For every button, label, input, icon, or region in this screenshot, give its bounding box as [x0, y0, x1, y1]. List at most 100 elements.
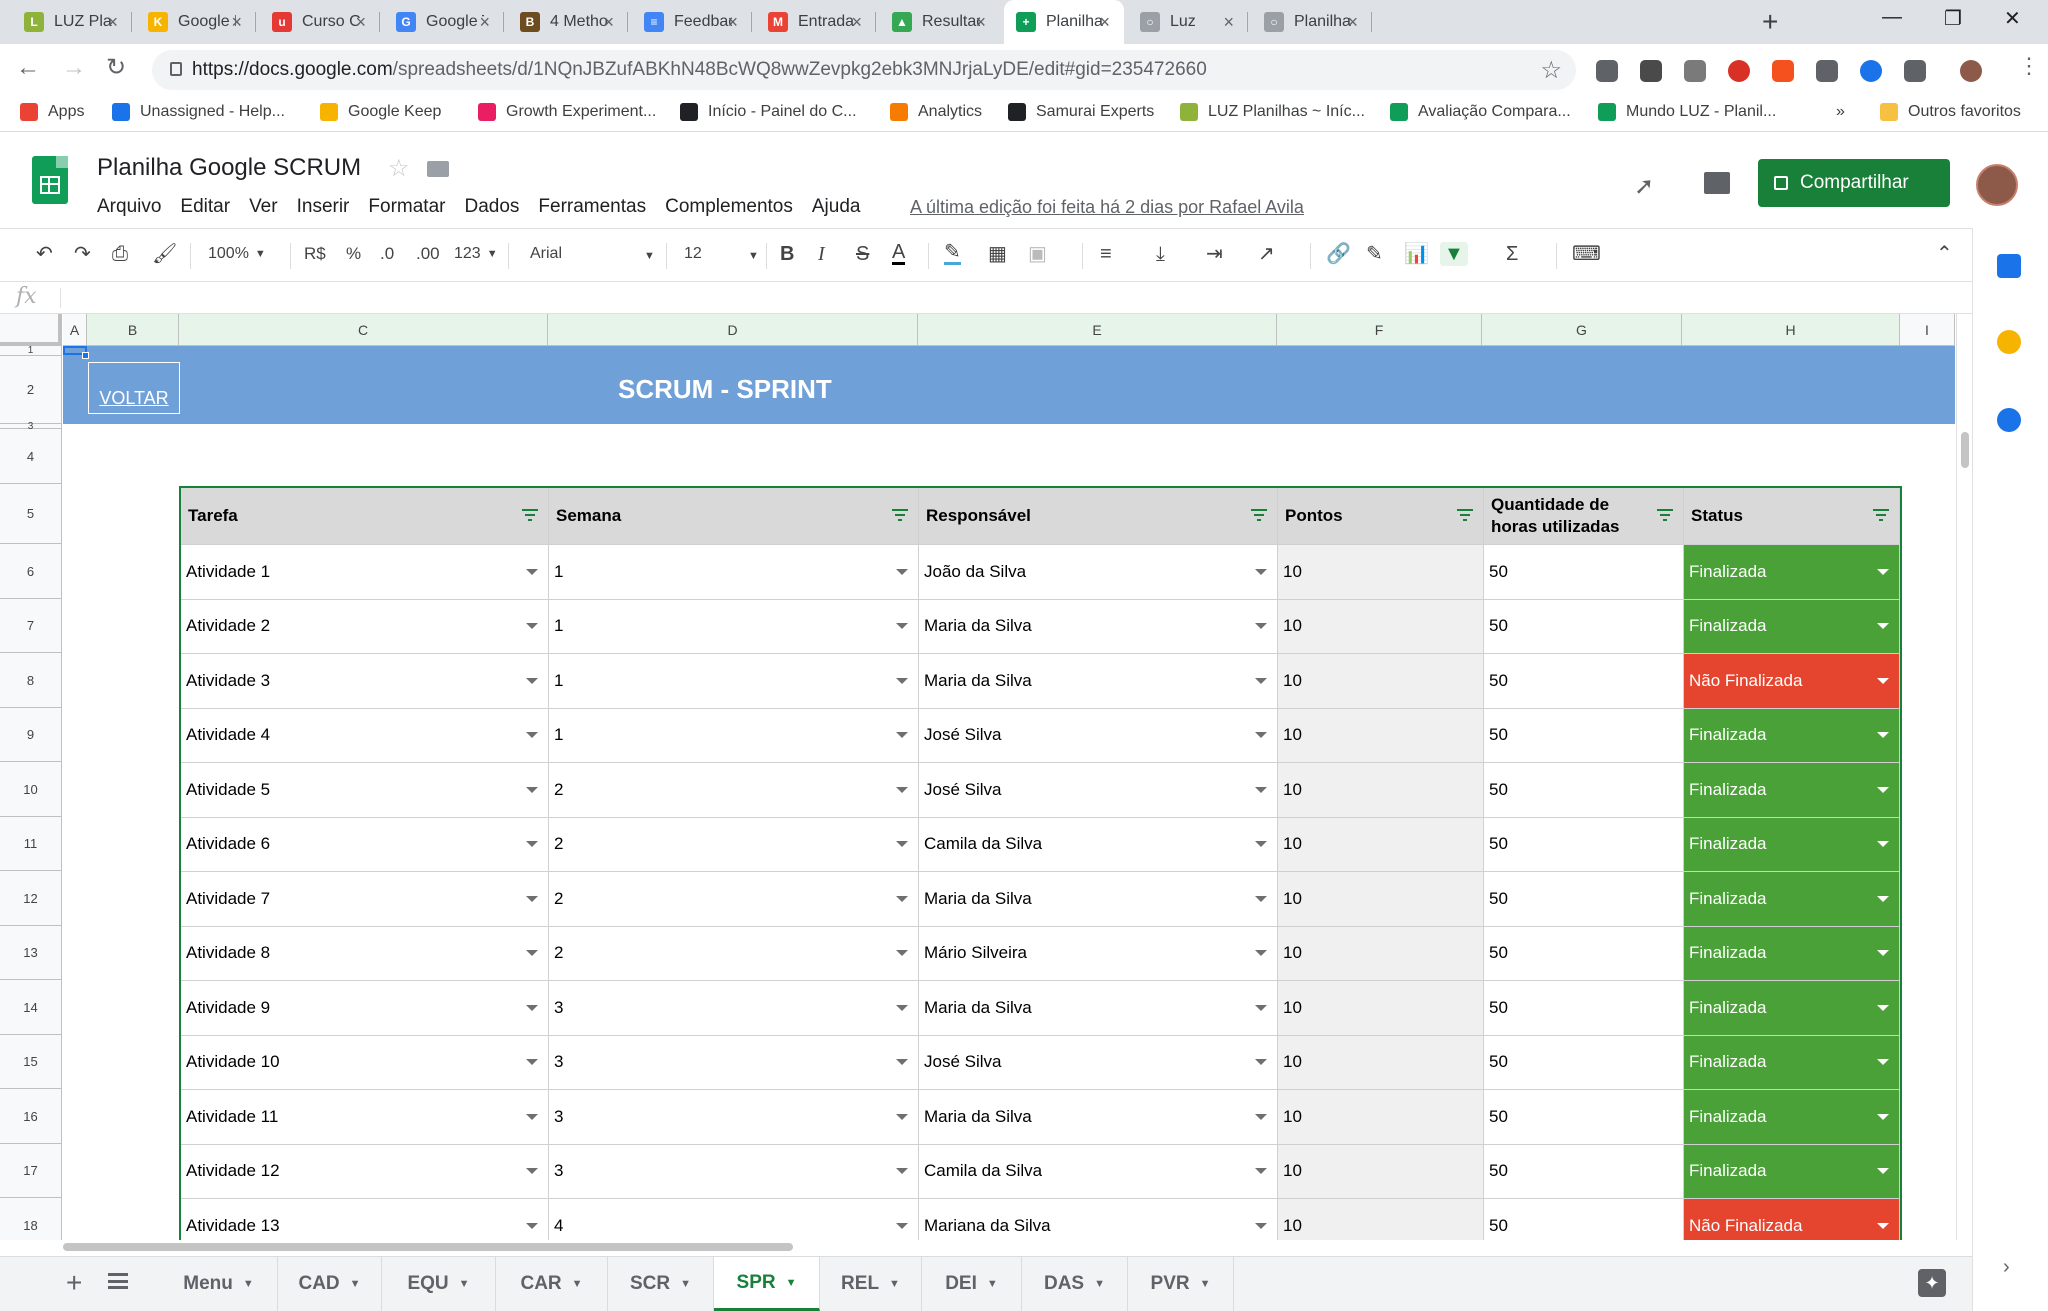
- cell-status[interactable]: Finalizada: [1684, 763, 1900, 817]
- dropdown-arrow-icon[interactable]: [526, 1059, 538, 1066]
- cell-tarefa[interactable]: Atividade 4: [181, 708, 549, 762]
- cell-semana[interactable]: 3: [549, 1090, 919, 1144]
- dropdown-arrow-icon[interactable]: [896, 677, 908, 684]
- column-header-e[interactable]: E: [918, 314, 1277, 346]
- forward-icon[interactable]: →: [62, 56, 86, 80]
- menu-ajuda[interactable]: Ajuda: [812, 196, 861, 218]
- row-header-16[interactable]: 16: [0, 1089, 62, 1144]
- cell-status[interactable]: Finalizada: [1684, 872, 1900, 926]
- borders-icon[interactable]: ▦: [988, 242, 1007, 266]
- collapse-toolbar-icon[interactable]: ⌃: [1936, 242, 1953, 266]
- cell-semana[interactable]: 1: [549, 708, 919, 762]
- cell-tarefa[interactable]: Atividade 1: [181, 545, 549, 599]
- browser-tab[interactable]: ≡ Feedback×: [632, 0, 752, 44]
- cell-status[interactable]: Finalizada: [1684, 1090, 1900, 1144]
- cell-responsavel[interactable]: Camila da Silva: [919, 1144, 1278, 1198]
- cell-pontos[interactable]: 10: [1278, 872, 1484, 926]
- bookmark-item[interactable]: Growth Experiment...: [478, 103, 656, 121]
- close-tab-icon[interactable]: ×: [727, 12, 738, 32]
- chevron-down-icon[interactable]: ▼: [680, 1278, 691, 1290]
- insert-link-icon[interactable]: 🔗: [1326, 242, 1351, 266]
- text-color-button[interactable]: A: [892, 242, 906, 265]
- browser-tab[interactable]: u Curso Completo×: [260, 0, 380, 44]
- twitch-extension-icon[interactable]: [1640, 60, 1662, 82]
- explore-icon[interactable]: ✦: [1918, 1269, 1946, 1297]
- cell-horas[interactable]: 50: [1484, 1199, 1684, 1240]
- chevron-down-icon[interactable]: ▼: [243, 1278, 254, 1290]
- bookmark-item[interactable]: Unassigned - Help...: [112, 103, 285, 121]
- cell-tarefa[interactable]: Atividade 11: [181, 1090, 549, 1144]
- dropdown-arrow-icon[interactable]: [526, 895, 538, 902]
- sheet-tab-cad[interactable]: CAD ▼: [278, 1257, 382, 1311]
- dropdown-arrow-icon[interactable]: [526, 786, 538, 793]
- more-formats-select[interactable]: 123 ▼: [454, 242, 498, 266]
- dropdown-arrow-icon[interactable]: [1877, 568, 1889, 575]
- row-header-14[interactable]: 14: [0, 980, 62, 1035]
- menu-dados[interactable]: Dados: [464, 196, 519, 218]
- dropdown-arrow-icon[interactable]: [1877, 1113, 1889, 1120]
- chevron-down-icon[interactable]: ▼: [459, 1278, 470, 1290]
- dropdown-arrow-icon[interactable]: [1877, 1222, 1889, 1229]
- close-tab-icon[interactable]: ×: [851, 12, 862, 32]
- fox-extension-icon[interactable]: [1772, 60, 1794, 82]
- text-rotation-icon[interactable]: ↗: [1258, 242, 1275, 266]
- tasks-icon[interactable]: [1997, 408, 2021, 432]
- bookmark-star-icon[interactable]: ☆: [1540, 56, 1562, 85]
- bookmark-item[interactable]: Analytics: [890, 103, 982, 121]
- dropdown-arrow-icon[interactable]: [1255, 841, 1267, 848]
- calendar-icon[interactable]: [1997, 254, 2021, 278]
- chevron-down-icon[interactable]: ▼: [572, 1278, 583, 1290]
- horizontal-align-icon[interactable]: ≡: [1100, 242, 1112, 266]
- italic-button[interactable]: I: [818, 242, 825, 266]
- dropdown-arrow-icon[interactable]: [896, 1168, 908, 1175]
- dropdown-arrow-icon[interactable]: [896, 623, 908, 630]
- cell-semana[interactable]: 4: [549, 1199, 919, 1240]
- dropdown-arrow-icon[interactable]: [1877, 1059, 1889, 1066]
- dropdown-arrow-icon[interactable]: [1877, 623, 1889, 630]
- filter-icon[interactable]: [522, 509, 538, 523]
- cell-semana[interactable]: 2: [549, 763, 919, 817]
- shield-extension-icon[interactable]: [1904, 60, 1926, 82]
- cell-responsavel[interactable]: José Silva: [919, 763, 1278, 817]
- back-icon[interactable]: ←: [16, 56, 40, 80]
- close-tab-icon[interactable]: ×: [1099, 12, 1110, 32]
- filter-icon[interactable]: [1251, 509, 1267, 523]
- cell-pontos[interactable]: 10: [1278, 1199, 1484, 1240]
- header-semana[interactable]: Semana: [549, 488, 919, 544]
- cell-horas[interactable]: 50: [1484, 1035, 1684, 1089]
- cell-horas[interactable]: 50: [1484, 599, 1684, 653]
- close-tab-icon[interactable]: ×: [1347, 12, 1358, 32]
- dropdown-arrow-icon[interactable]: [896, 895, 908, 902]
- bookmark-item[interactable]: Mundo LUZ - Planil...: [1598, 103, 1776, 121]
- dropdown-arrow-icon[interactable]: [526, 1004, 538, 1011]
- profile-avatar[interactable]: [1960, 60, 1982, 82]
- redo-icon[interactable]: ↷: [74, 242, 91, 266]
- cell-tarefa[interactable]: Atividade 12: [181, 1144, 549, 1198]
- font-family-select[interactable]: Arial ▼: [530, 242, 655, 266]
- cell-pontos[interactable]: 10: [1278, 1090, 1484, 1144]
- cell-status[interactable]: Finalizada: [1684, 599, 1900, 653]
- browser-tab[interactable]: K Google Keep×: [136, 0, 256, 44]
- share-button[interactable]: Compartilhar: [1758, 159, 1950, 207]
- cell-pontos[interactable]: 10: [1278, 654, 1484, 708]
- chrome-menu-icon[interactable]: ⋮: [2018, 54, 2040, 78]
- undo-icon[interactable]: ↶: [36, 242, 53, 266]
- row-header-2[interactable]: 2: [0, 356, 62, 424]
- dropdown-arrow-icon[interactable]: [896, 786, 908, 793]
- cell-tarefa[interactable]: Atividade 2: [181, 599, 549, 653]
- cell-tarefa[interactable]: Atividade 13: [181, 1199, 549, 1240]
- increase-decimals-button[interactable]: .00: [416, 242, 440, 266]
- new-tab-button[interactable]: +: [1762, 8, 1778, 36]
- sheet-tab-spr[interactable]: SPR ▼: [714, 1257, 820, 1311]
- dropdown-arrow-icon[interactable]: [1255, 623, 1267, 630]
- cell-pontos[interactable]: 10: [1278, 545, 1484, 599]
- horizontal-scroll-thumb[interactable]: [63, 1243, 793, 1251]
- header-responsavel[interactable]: Responsável: [919, 488, 1278, 544]
- filter-icon[interactable]: ▼: [1440, 242, 1468, 266]
- row-header-1[interactable]: 1: [0, 345, 62, 356]
- row-header-5[interactable]: 5: [0, 484, 62, 544]
- row-header-18[interactable]: 18: [0, 1198, 62, 1240]
- dropdown-arrow-icon[interactable]: [526, 568, 538, 575]
- sheet-tab-das[interactable]: DAS ▼: [1022, 1257, 1128, 1311]
- dropdown-arrow-icon[interactable]: [1255, 1059, 1267, 1066]
